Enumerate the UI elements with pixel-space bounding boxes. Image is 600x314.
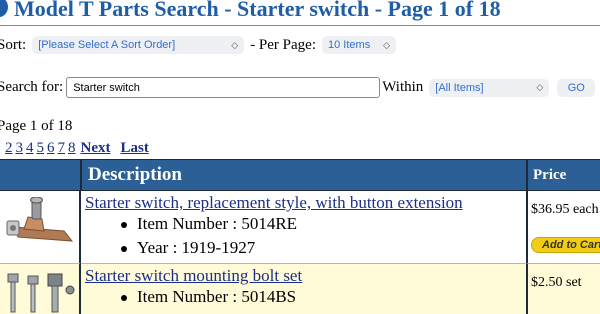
page-link-6[interactable]: 6: [47, 140, 55, 156]
page-link-2[interactable]: 2: [5, 140, 13, 156]
add-to-cart-button[interactable]: Add to Cart: [531, 237, 600, 253]
table-row: Starter switch mounting bolt set Item Nu…: [0, 264, 600, 314]
sort-order-value: [Please Select A Sort Order]: [38, 39, 176, 51]
page-link-5[interactable]: 5: [37, 140, 45, 156]
item-year: Year : 1919-1927: [121, 238, 297, 262]
page-link-7[interactable]: 7: [58, 140, 66, 156]
product-link[interactable]: Starter switch, replacement style, with …: [85, 193, 463, 213]
search-input[interactable]: [66, 77, 381, 98]
description-cell: Starter switch, replacement style, with …: [81, 191, 527, 264]
product-image-cell: [0, 191, 81, 264]
sort-controls: Sort: [Please Select A Sort Order] ◇ - P…: [0, 36, 397, 54]
sort-label: Sort:: [0, 36, 27, 53]
product-image-cell: [0, 264, 81, 314]
search-controls: Search for: Within [All Items] ◇ GO: [0, 77, 596, 98]
page-summary: Page 1 of 18: [0, 118, 73, 134]
select-chevron-icon: ◇: [231, 39, 239, 50]
per-page-value: 10 Items: [328, 39, 371, 51]
last-page-link[interactable]: Last: [121, 140, 149, 156]
pagination: 2 3 4 5 6 7 8 Next Last: [5, 140, 157, 157]
go-button[interactable]: GO: [557, 78, 596, 97]
title-divider: [0, 25, 600, 26]
starter-switch-photo-icon[interactable]: [4, 197, 76, 243]
item-number: Item Number : 5014RE: [121, 214, 297, 238]
select-chevron-icon: ◇: [536, 82, 544, 92]
within-value: [All Items]: [435, 81, 484, 94]
bolt-set-photo-icon[interactable]: [4, 270, 76, 314]
table-row: Starter switch, replacement style, with …: [0, 191, 600, 264]
sort-order-select[interactable]: [Please Select A Sort Order] ◇: [32, 36, 245, 54]
next-page-link[interactable]: Next: [81, 140, 111, 156]
site-logo-icon: [0, 0, 8, 17]
search-label: Search for:: [0, 79, 64, 95]
per-page-select[interactable]: 10 Items ◇: [322, 36, 397, 54]
description-column-header: Description: [81, 159, 527, 191]
price-value: $2.50 set: [531, 275, 582, 290]
product-link[interactable]: Starter switch mounting bolt set: [85, 266, 302, 286]
page-link-8[interactable]: 8: [68, 140, 76, 156]
price-value: $36.95 each: [531, 202, 599, 217]
page-header: Model T Parts Search - Starter switch - …: [0, 0, 501, 26]
page-title: Model T Parts Search - Starter switch - …: [14, 0, 501, 21]
product-specs: Item Number : 5014BS: [121, 287, 296, 311]
price-cell: $2.50 set: [527, 264, 600, 314]
image-column-header: [0, 159, 81, 191]
per-page-label: - Per Page:: [250, 36, 317, 53]
select-chevron-icon: ◇: [383, 39, 391, 50]
description-cell: Starter switch mounting bolt set Item Nu…: [81, 264, 527, 314]
page-link-4[interactable]: 4: [26, 140, 34, 156]
price-cell: $36.95 each Add to Cart: [527, 191, 600, 264]
page-link-3[interactable]: 3: [16, 140, 24, 156]
product-specs: Item Number : 5014RE Year : 1919-1927: [121, 214, 297, 262]
within-select[interactable]: [All Items] ◇: [429, 78, 550, 97]
item-number: Item Number : 5014BS: [121, 287, 296, 311]
table-header: Description Price: [0, 159, 600, 191]
within-label: Within: [382, 79, 424, 95]
price-column-header: Price: [527, 159, 600, 191]
